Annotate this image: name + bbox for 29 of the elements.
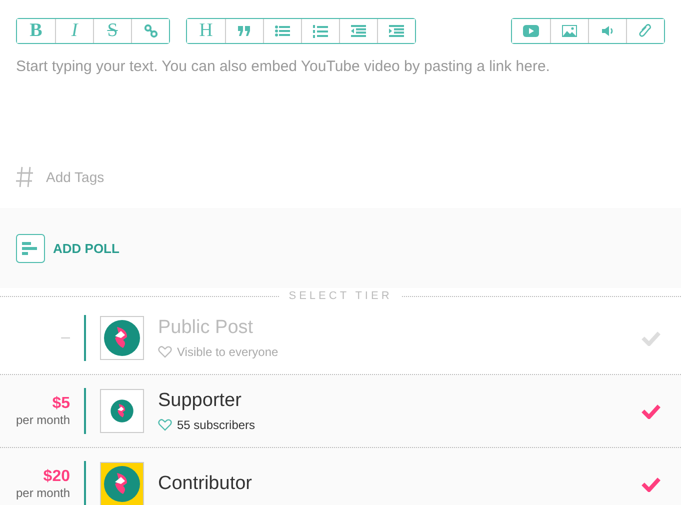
heart-icon xyxy=(158,346,172,358)
tier-name: Public Post xyxy=(158,317,254,339)
poll-icon xyxy=(16,234,45,262)
hashtag-icon xyxy=(16,166,34,188)
tier-row[interactable]: $5 per month Supporter 55 subscribers xyxy=(0,375,681,448)
logo-icon xyxy=(110,399,134,423)
check-icon[interactable] xyxy=(641,476,661,492)
tier-info: Visible to everyone xyxy=(177,345,278,359)
price-period: per month xyxy=(16,413,70,427)
quote-icon xyxy=(238,26,251,36)
outdent-icon xyxy=(351,25,366,37)
price-period: per month xyxy=(16,486,70,500)
tier-name: Contributor xyxy=(158,473,253,495)
section-heading: SELECT TIER xyxy=(288,290,392,302)
link-icon xyxy=(144,24,158,38)
tier-info: 55 subscribers xyxy=(177,418,256,432)
add-poll-button[interactable]: ADD POLL xyxy=(16,234,120,262)
check-icon[interactable] xyxy=(641,404,661,418)
heart-icon xyxy=(158,419,172,431)
tier-price: – xyxy=(61,329,70,347)
link-button[interactable] xyxy=(131,19,169,43)
tier-price: $20 xyxy=(43,468,70,486)
bullet-list-icon xyxy=(275,25,290,37)
indent-icon xyxy=(389,25,404,37)
tier-price: $5 xyxy=(52,395,70,413)
tier-row[interactable]: $20 per month Contributor xyxy=(0,448,681,505)
tier-name: Supporter xyxy=(158,390,242,412)
numbered-list-icon xyxy=(313,24,328,38)
indent-button[interactable] xyxy=(377,19,415,43)
